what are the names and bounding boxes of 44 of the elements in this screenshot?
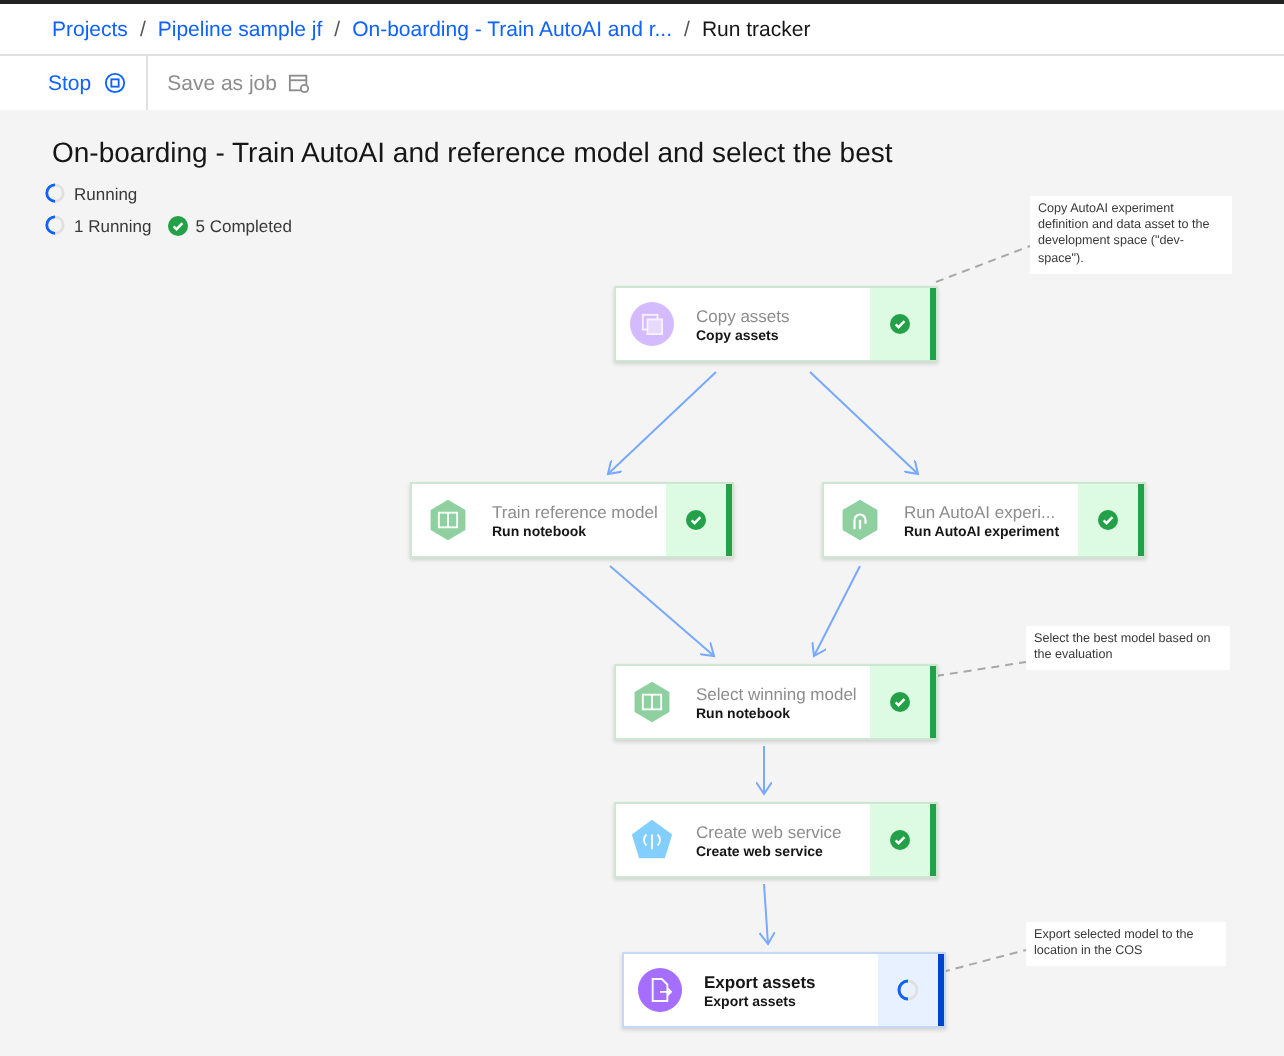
node-title: Train reference model [492,501,660,521]
leader-line [935,245,1031,283]
connector-arrow [758,883,777,945]
copy-icon [630,302,674,346]
checkmark-icon [1098,510,1118,530]
node-title: Create web service [696,821,844,841]
checkmark-icon [890,314,910,334]
antenna-icon [630,818,674,862]
node-title: Copy assets [696,305,792,325]
connector-arrow [811,565,861,657]
notebook-icon [426,496,470,544]
export-icon [638,968,682,1012]
connector-arrow [607,371,717,475]
notebook-icon [630,678,674,726]
connector-arrow [609,565,715,657]
checkmark-icon [167,215,188,235]
leader-line [935,661,1027,677]
breadcrumb-separator: / [684,17,690,41]
node-title: Export assets [704,971,818,991]
status-count: 1 Running [74,215,152,235]
breadcrumb-link[interactable]: Pipeline sample jf [157,17,323,41]
node-title: Run AutoAI experi... [904,501,1058,521]
spinner-icon [44,214,66,236]
breadcrumb-separator: / [334,17,341,41]
node-title: Select winning model [696,683,859,703]
breadcrumb-link[interactable]: On-boarding - Train AutoAI and r... [352,17,673,41]
stop-button[interactable]: Stop [0,56,148,110]
brain-icon [838,496,882,544]
breadcrumb-link[interactable]: Projects [52,17,128,41]
spinner-icon [896,978,920,1002]
checkmark-icon [890,830,910,850]
checkmark-icon [686,510,706,530]
pipeline-title: On-boarding - Train AutoAI and reference model and select the best [52,136,893,168]
run-status: Running [74,183,138,203]
connector-arrow [755,745,773,795]
stop-icon [103,72,126,94]
checkmark-icon [890,692,910,712]
spinner-icon [44,182,66,204]
leader-line [941,949,1027,973]
breadcrumb-separator: / [139,17,146,41]
connector-arrow [809,371,919,475]
current-page-name: Run tracker [701,17,811,41]
status-count: 5 Completed [195,215,292,235]
calendar-icon [288,72,311,94]
